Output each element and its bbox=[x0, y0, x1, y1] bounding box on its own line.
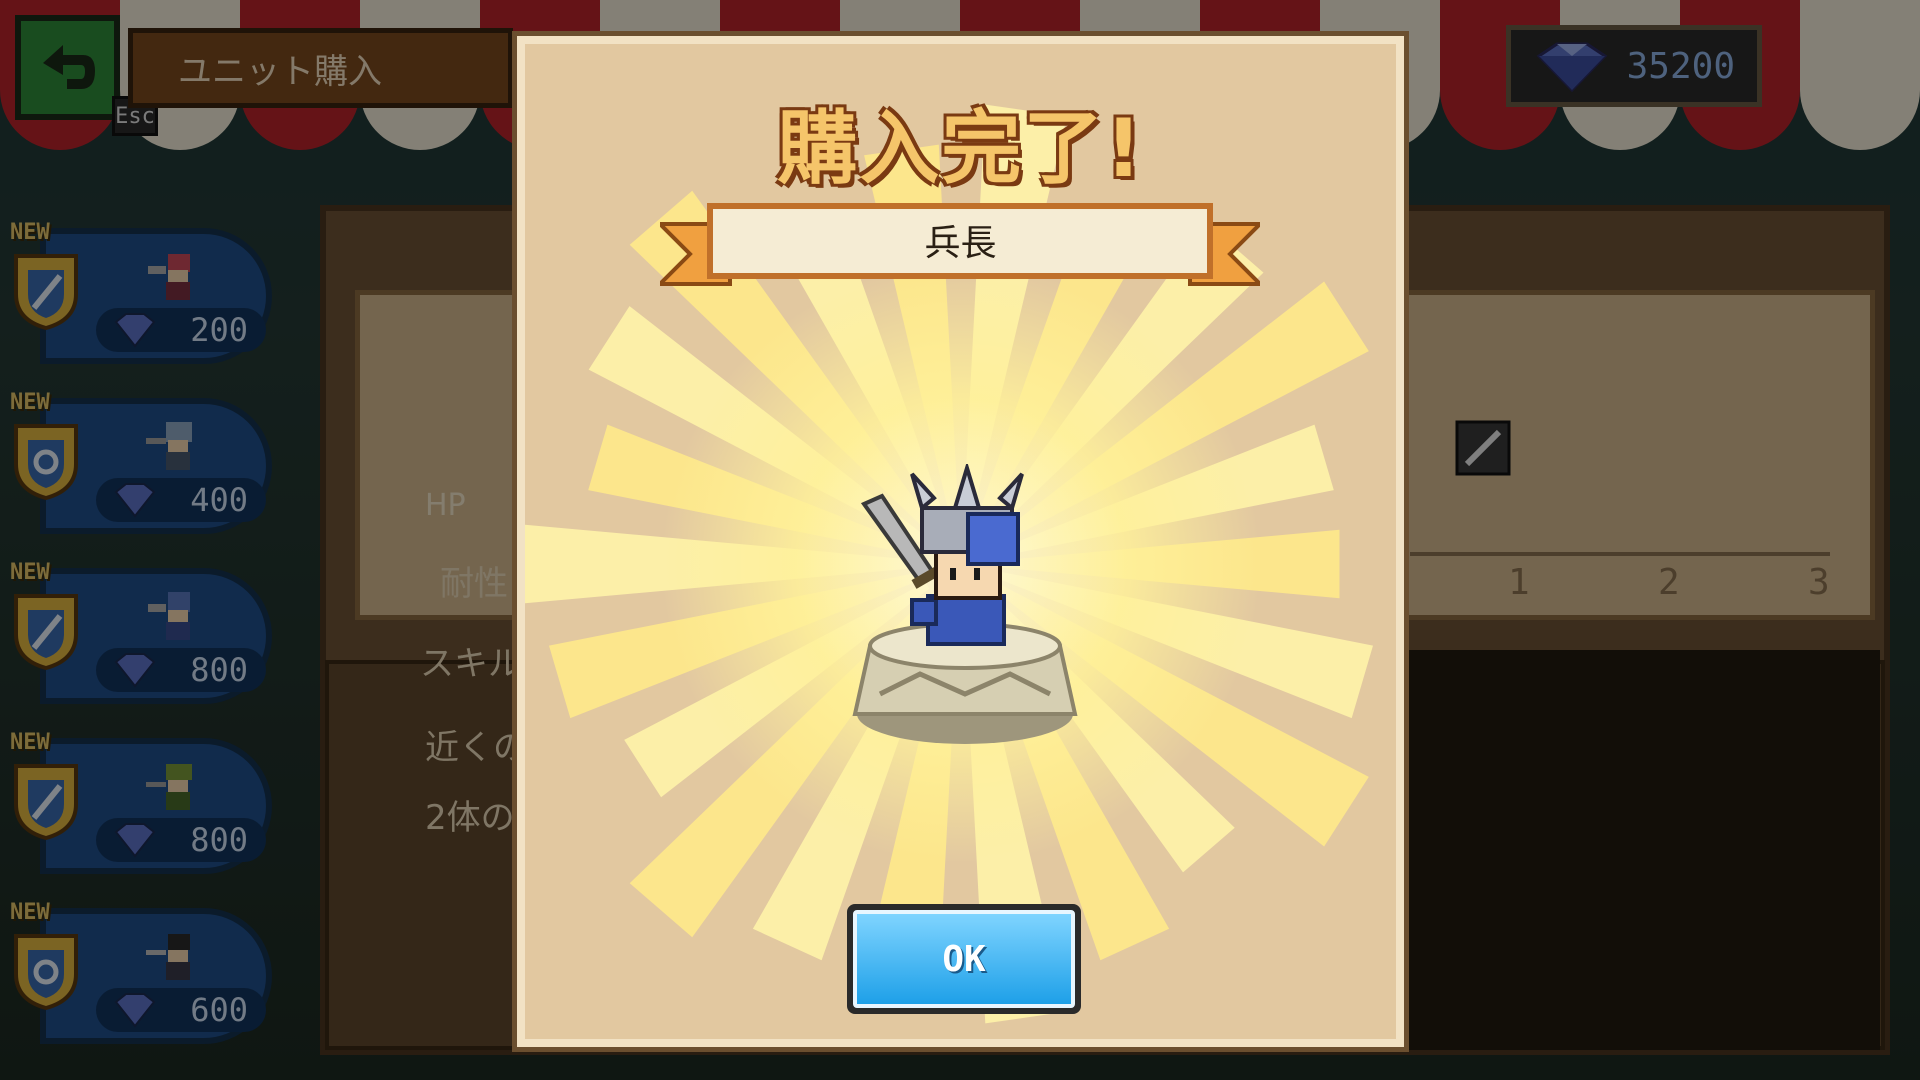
ok-button[interactable]: OK bbox=[847, 904, 1081, 1014]
unit-name: 兵長 bbox=[924, 223, 997, 264]
knight-unit-icon bbox=[852, 464, 1078, 744]
purchase-complete-title: 購入完了! bbox=[777, 102, 1144, 195]
purchase-complete-dialog: 購入完了! 兵長 OK bbox=[517, 36, 1404, 1047]
ok-button-label: OK bbox=[853, 910, 1075, 1008]
